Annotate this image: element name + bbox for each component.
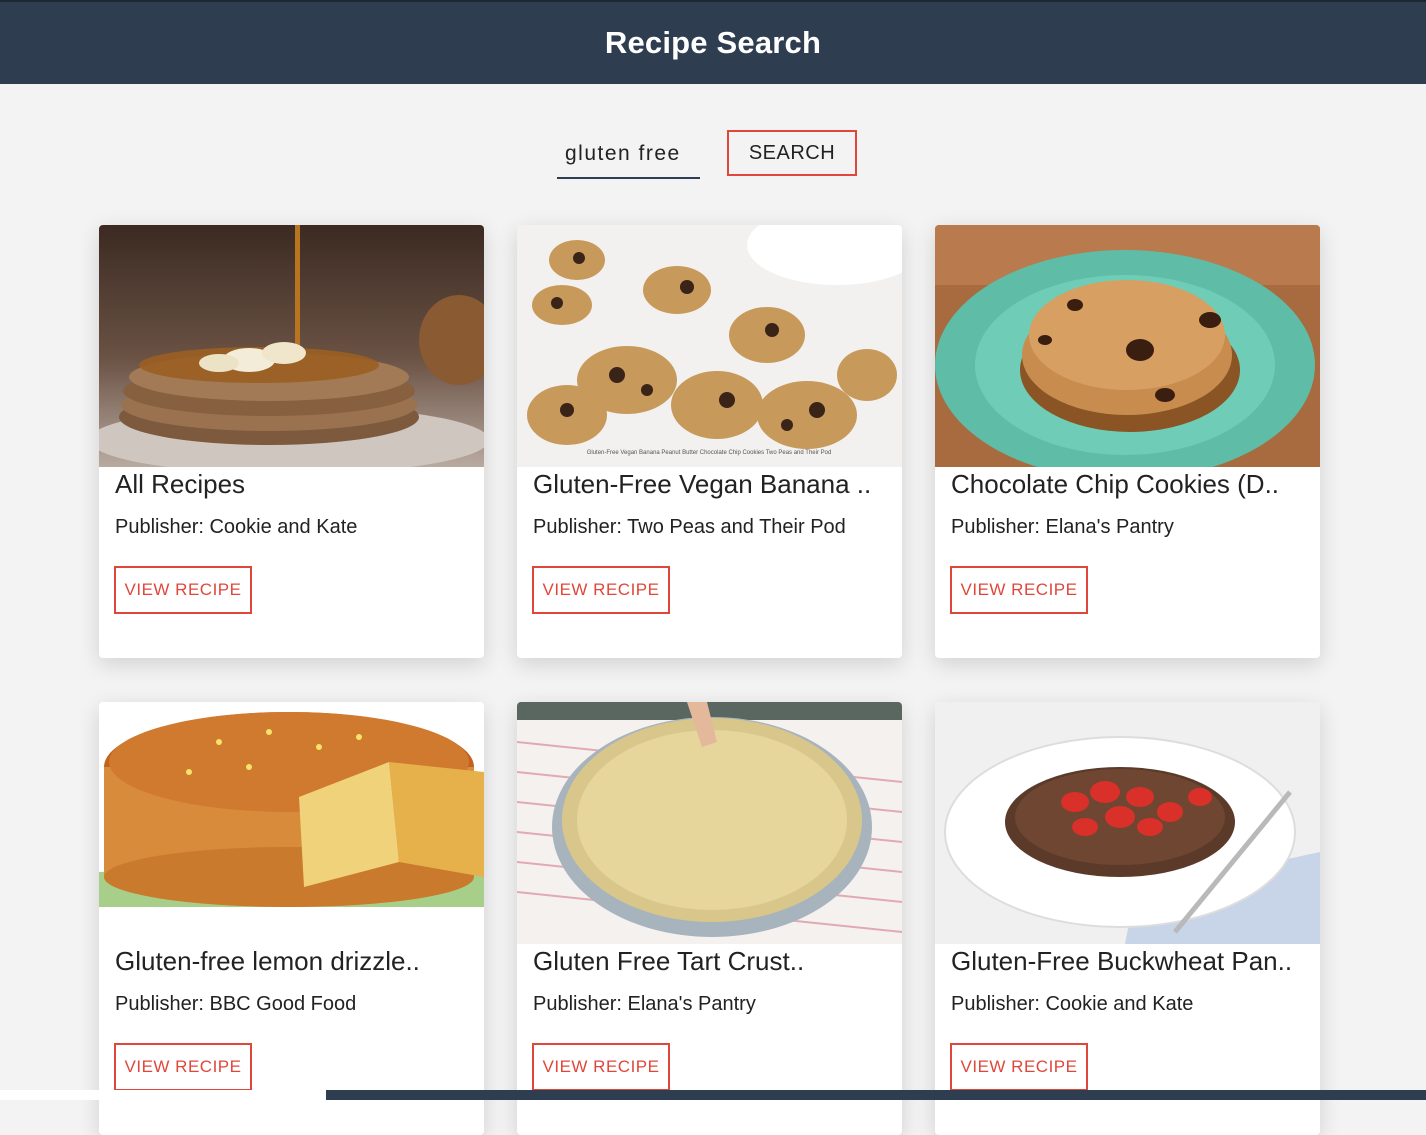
recipe-image-chocolate-chip-cookies — [935, 225, 1320, 467]
recipe-title: Gluten-free lemon drizzle.. — [115, 946, 420, 976]
recipe-image-pancakes — [99, 225, 484, 467]
recipe-card: Gluten-free lemon drizzle.. Publisher: B… — [99, 702, 484, 1135]
recipe-title: All Recipes — [115, 469, 246, 499]
page-title: Recipe Search — [604, 25, 822, 60]
search-form: SEARCH — [0, 130, 1426, 182]
view-recipe-button[interactable]: VIEW RECIPE — [114, 566, 252, 614]
recipe-image-buckwheat-pancake — [935, 702, 1320, 944]
recipe-title: Gluten Free Tart Crust.. — [533, 946, 805, 976]
recipe-title: Chocolate Chip Cookies (D.. — [951, 469, 1280, 499]
recipe-card: All Recipes Publisher: Cookie and Kate V… — [99, 225, 484, 658]
view-recipe-button[interactable]: VIEW RECIPE — [950, 1043, 1088, 1091]
view-recipe-button[interactable]: VIEW RECIPE — [114, 1043, 252, 1091]
recipe-publisher: Publisher: Elana's Pantry — [533, 993, 756, 1015]
recipe-image-tart-crust — [517, 702, 902, 944]
recipe-publisher: Publisher: Elana's Pantry — [951, 516, 1174, 538]
recipe-image-caption: Gluten-Free Vegan Banana Peanut Butter C… — [587, 450, 832, 456]
recipe-title: Gluten-Free Vegan Banana .. — [533, 469, 872, 499]
recipe-publisher: Publisher: Cookie and Kate — [951, 993, 1194, 1015]
recipe-card: Gluten-Free Vegan Banana Peanut Butter C… — [517, 225, 902, 658]
search-input[interactable] — [557, 130, 700, 179]
recipe-title: Gluten-Free Buckwheat Pan.. — [951, 946, 1293, 976]
view-recipe-button[interactable]: VIEW RECIPE — [532, 1043, 670, 1091]
recipe-image-banana-cookies: Gluten-Free Vegan Banana Peanut Butter C… — [517, 225, 902, 467]
recipe-card: Chocolate Chip Cookies (D.. Publisher: E… — [935, 225, 1320, 658]
page-footer-left — [0, 1090, 326, 1100]
recipe-card: Gluten-Free Buckwheat Pan.. Publisher: C… — [935, 702, 1320, 1135]
recipe-image-lemon-drizzle-cake — [99, 702, 484, 944]
recipe-card: Gluten Free Tart Crust.. Publisher: Elan… — [517, 702, 902, 1135]
view-recipe-button[interactable]: VIEW RECIPE — [950, 566, 1088, 614]
app-header: Recipe Search — [0, 0, 1426, 84]
recipe-publisher: Publisher: Cookie and Kate — [115, 516, 358, 538]
recipe-publisher: Publisher: Two Peas and Their Pod — [533, 516, 846, 538]
bottom-bar — [326, 1090, 1426, 1100]
recipe-publisher: Publisher: BBC Good Food — [115, 993, 357, 1015]
view-recipe-button[interactable]: VIEW RECIPE — [532, 566, 670, 614]
search-button[interactable]: SEARCH — [727, 130, 857, 176]
